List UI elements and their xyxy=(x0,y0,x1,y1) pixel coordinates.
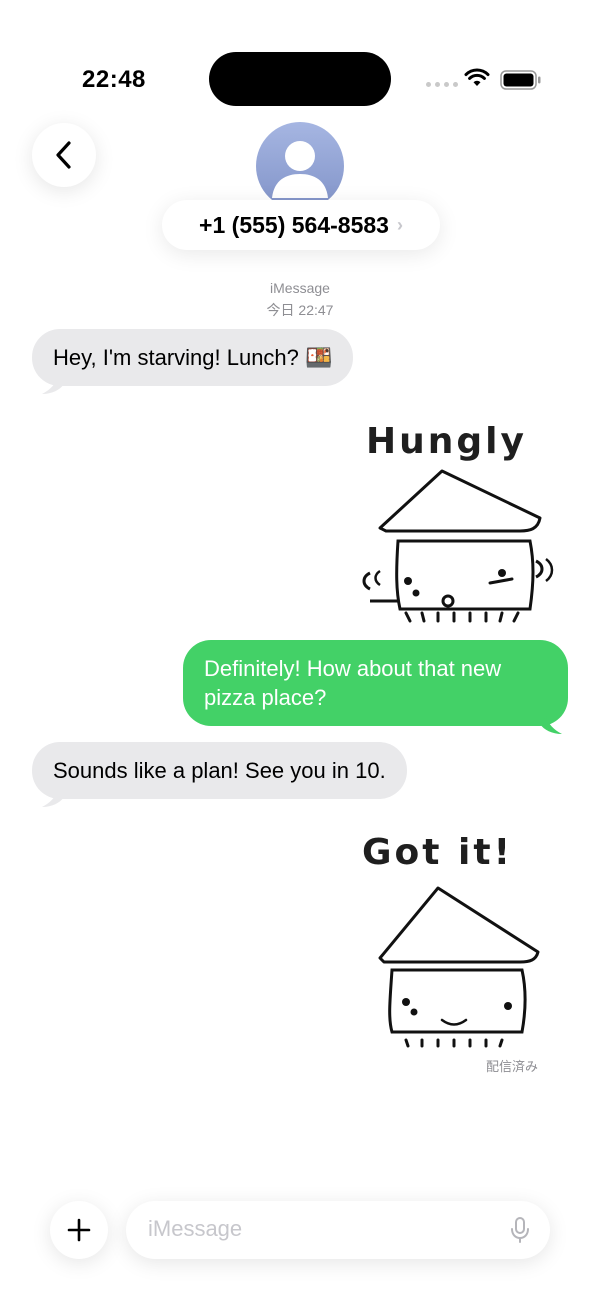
sticker-caption: Got it! xyxy=(362,832,513,873)
message-bubble-outgoing[interactable]: Definitely! How about that new pizza pla… xyxy=(183,640,568,726)
message-bubble-incoming[interactable]: Hey, I'm starving! Lunch? 🍱 xyxy=(32,329,354,386)
bubble-tail xyxy=(42,789,64,807)
sticker-caption: Hungly xyxy=(366,421,527,462)
contact-name-pill[interactable]: +1 (555) 564-8583 › xyxy=(162,200,440,250)
bubble-tail xyxy=(42,376,64,394)
wifi-icon xyxy=(464,68,490,86)
chevron-right-icon: › xyxy=(396,214,403,235)
message-bubble-incoming[interactable]: Sounds like a plan! See you in 10. xyxy=(32,742,407,799)
message-input[interactable]: iMessage xyxy=(126,1201,550,1259)
cellular-icon xyxy=(426,82,458,87)
person-icon xyxy=(272,141,328,198)
status-time: 22:48 xyxy=(82,66,146,93)
sticker-hungly[interactable]: Hungly xyxy=(340,415,560,630)
back-chevron-icon xyxy=(56,141,71,169)
sticker-drawing xyxy=(362,469,554,623)
sticker-drawing xyxy=(378,886,540,1048)
service-label: iMessage xyxy=(270,280,330,296)
conversation-timestamp: 今日 22:47 xyxy=(266,302,334,318)
message-text: Hey, I'm starving! Lunch? 🍱 xyxy=(53,345,333,370)
message-text: Sounds like a plan! See you in 10. xyxy=(53,758,386,783)
delivered-status: 配信済み xyxy=(485,1059,538,1074)
status-bar: 22:48 xyxy=(0,0,600,110)
mic-icon[interactable] xyxy=(510,1216,530,1244)
message-input-placeholder: iMessage xyxy=(148,1216,243,1241)
plus-icon xyxy=(67,1218,91,1242)
sticker-got-it[interactable]: Got it! xyxy=(350,828,560,1048)
dynamic-island xyxy=(209,52,391,106)
contact-avatar[interactable] xyxy=(256,122,344,210)
battery-icon xyxy=(500,70,541,90)
bubble-tail xyxy=(540,716,562,734)
back-button[interactable] xyxy=(32,123,96,187)
contact-name: +1 (555) 564-8583 xyxy=(199,211,389,238)
add-attachment-button[interactable] xyxy=(50,1201,108,1259)
message-text: Definitely! How about that new pizza pla… xyxy=(204,656,502,710)
